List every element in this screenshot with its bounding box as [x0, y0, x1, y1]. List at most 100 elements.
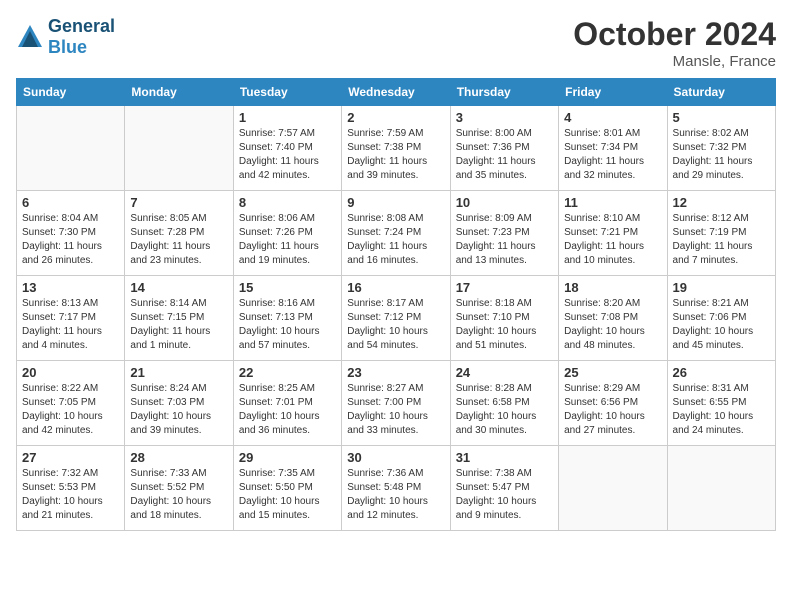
calendar-cell: 18Sunrise: 8:20 AMSunset: 7:08 PMDayligh… [559, 276, 667, 361]
day-info: Sunrise: 8:27 AMSunset: 7:00 PMDaylight:… [347, 382, 444, 438]
day-info: Sunrise: 8:25 AMSunset: 7:01 PMDaylight:… [239, 382, 336, 438]
day-number: 28 [130, 450, 227, 465]
calendar-week-row: 1 Sunrise: 7:57 AMSunset: 7:40 PMDaylight… [17, 106, 776, 191]
day-info: Sunrise: 8:31 AMSunset: 6:55 PMDaylight:… [673, 382, 770, 438]
day-number: 14 [130, 280, 227, 295]
calendar-cell: 23Sunrise: 8:27 AMSunset: 7:00 PMDayligh… [342, 361, 450, 446]
day-header: Monday [125, 79, 233, 106]
day-number: 24 [456, 365, 553, 380]
calendar-week-row: 20Sunrise: 8:22 AMSunset: 7:05 PMDayligh… [17, 361, 776, 446]
calendar-cell: 31 Sunrise: 7:38 AMSunset: 5:47 PMDayligh… [450, 446, 558, 531]
day-number: 11 [564, 195, 661, 210]
day-info: Sunrise: 8:06 AMSunset: 7:26 PMDaylight:… [239, 212, 336, 268]
logo: General Blue [16, 16, 115, 58]
day-info: Sunrise: 8:05 AMSunset: 7:28 PMDaylight:… [130, 212, 227, 268]
day-number: 30 [347, 450, 444, 465]
page-header: General Blue October 2024 Mansle, France [16, 16, 776, 70]
day-info: Sunrise: 8:16 AMSunset: 7:13 PMDaylight:… [239, 297, 336, 353]
day-info: Sunrise: 7:33 AMSunset: 5:52 PMDaylight:… [130, 467, 227, 523]
day-number: 2 [347, 110, 444, 125]
day-info: Sunrise: 8:10 AMSunset: 7:21 PMDaylight:… [564, 212, 661, 268]
day-number: 15 [239, 280, 336, 295]
day-number: 4 [564, 110, 661, 125]
day-number: 6 [22, 195, 119, 210]
day-info: Sunrise: 8:08 AMSunset: 7:24 PMDaylight:… [347, 212, 444, 268]
day-header: Thursday [450, 79, 558, 106]
calendar-cell: 24 Sunrise: 8:28 AMSunset: 6:58 PMDayligh… [450, 361, 558, 446]
calendar-cell: 29Sunrise: 7:35 AMSunset: 5:50 PMDayligh… [233, 446, 341, 531]
calendar-cell [125, 106, 233, 191]
day-number: 16 [347, 280, 444, 295]
calendar-table: SundayMondayTuesdayWednesdayThursdayFrid… [16, 78, 776, 531]
day-info: Sunrise: 7:36 AMSunset: 5:48 PMDaylight:… [347, 467, 444, 523]
calendar-cell: 2 Sunrise: 7:59 AMSunset: 7:38 PMDaylight… [342, 106, 450, 191]
day-header: Sunday [17, 79, 125, 106]
calendar-cell: 30 Sunrise: 7:36 AMSunset: 5:48 PMDayligh… [342, 446, 450, 531]
day-number: 3 [456, 110, 553, 125]
day-info: Sunrise: 8:12 AMSunset: 7:19 PMDaylight:… [673, 212, 770, 268]
day-number: 22 [239, 365, 336, 380]
day-number: 12 [673, 195, 770, 210]
day-number: 19 [673, 280, 770, 295]
day-info: Sunrise: 8:00 AMSunset: 7:36 PMDaylight:… [456, 127, 553, 183]
calendar-cell: 5Sunrise: 8:02 AMSunset: 7:32 PMDaylight… [667, 106, 775, 191]
calendar-cell: 21 Sunrise: 8:24 AMSunset: 7:03 PMDayligh… [125, 361, 233, 446]
calendar-cell [559, 446, 667, 531]
day-number: 7 [130, 195, 227, 210]
month-title: October 2024 [573, 16, 776, 53]
day-info: Sunrise: 8:09 AMSunset: 7:23 PMDaylight:… [456, 212, 553, 268]
day-info: Sunrise: 7:57 AMSunset: 7:40 PMDaylight:… [239, 127, 336, 183]
day-number: 1 [239, 110, 336, 125]
calendar-cell: 8 Sunrise: 8:06 AMSunset: 7:26 PMDaylight… [233, 191, 341, 276]
day-number: 9 [347, 195, 444, 210]
calendar-cell: 10 Sunrise: 8:09 AMSunset: 7:23 PMDayligh… [450, 191, 558, 276]
calendar-cell: 12 Sunrise: 8:12 AMSunset: 7:19 PMDayligh… [667, 191, 775, 276]
location: Mansle, France [573, 53, 776, 70]
logo-general-text: General [48, 16, 115, 36]
calendar-week-row: 6 Sunrise: 8:04 AMSunset: 7:30 PMDaylight… [17, 191, 776, 276]
day-info: Sunrise: 7:32 AMSunset: 5:53 PMDaylight:… [22, 467, 119, 523]
day-info: Sunrise: 8:01 AMSunset: 7:34 PMDaylight:… [564, 127, 661, 183]
calendar-cell: 17Sunrise: 8:18 AMSunset: 7:10 PMDayligh… [450, 276, 558, 361]
day-number: 18 [564, 280, 661, 295]
day-number: 26 [673, 365, 770, 380]
calendar-cell: 1 Sunrise: 7:57 AMSunset: 7:40 PMDaylight… [233, 106, 341, 191]
day-number: 10 [456, 195, 553, 210]
day-number: 17 [456, 280, 553, 295]
day-info: Sunrise: 8:21 AMSunset: 7:06 PMDaylight:… [673, 297, 770, 353]
calendar-cell: 19 Sunrise: 8:21 AMSunset: 7:06 PMDayligh… [667, 276, 775, 361]
calendar-cell: 28 Sunrise: 7:33 AMSunset: 5:52 PMDayligh… [125, 446, 233, 531]
day-number: 20 [22, 365, 119, 380]
calendar-week-row: 27 Sunrise: 7:32 AMSunset: 5:53 PMDayligh… [17, 446, 776, 531]
logo-icon [16, 23, 44, 51]
day-info: Sunrise: 8:04 AMSunset: 7:30 PMDaylight:… [22, 212, 119, 268]
day-number: 8 [239, 195, 336, 210]
day-number: 27 [22, 450, 119, 465]
day-header: Friday [559, 79, 667, 106]
calendar-cell [667, 446, 775, 531]
calendar-cell: 25 Sunrise: 8:29 AMSunset: 6:56 PMDayligh… [559, 361, 667, 446]
calendar-header-row: SundayMondayTuesdayWednesdayThursdayFrid… [17, 79, 776, 106]
day-header: Tuesday [233, 79, 341, 106]
day-info: Sunrise: 7:59 AMSunset: 7:38 PMDaylight:… [347, 127, 444, 183]
calendar-week-row: 13 Sunrise: 8:13 AMSunset: 7:17 PMDayligh… [17, 276, 776, 361]
calendar-cell: 13 Sunrise: 8:13 AMSunset: 7:17 PMDayligh… [17, 276, 125, 361]
calendar-cell: 4 Sunrise: 8:01 AMSunset: 7:34 PMDaylight… [559, 106, 667, 191]
day-number: 25 [564, 365, 661, 380]
calendar-cell: 20Sunrise: 8:22 AMSunset: 7:05 PMDayligh… [17, 361, 125, 446]
day-header: Wednesday [342, 79, 450, 106]
day-info: Sunrise: 8:13 AMSunset: 7:17 PMDaylight:… [22, 297, 119, 353]
day-info: Sunrise: 7:38 AMSunset: 5:47 PMDaylight:… [456, 467, 553, 523]
day-number: 31 [456, 450, 553, 465]
day-number: 21 [130, 365, 227, 380]
day-number: 13 [22, 280, 119, 295]
calendar-cell: 15 Sunrise: 8:16 AMSunset: 7:13 PMDayligh… [233, 276, 341, 361]
day-info: Sunrise: 8:28 AMSunset: 6:58 PMDaylight:… [456, 382, 553, 438]
calendar-cell: 22 Sunrise: 8:25 AMSunset: 7:01 PMDayligh… [233, 361, 341, 446]
calendar-cell: 9 Sunrise: 8:08 AMSunset: 7:24 PMDaylight… [342, 191, 450, 276]
day-info: Sunrise: 7:35 AMSunset: 5:50 PMDaylight:… [239, 467, 336, 523]
day-info: Sunrise: 8:29 AMSunset: 6:56 PMDaylight:… [564, 382, 661, 438]
calendar-cell: 27 Sunrise: 7:32 AMSunset: 5:53 PMDayligh… [17, 446, 125, 531]
day-info: Sunrise: 8:24 AMSunset: 7:03 PMDaylight:… [130, 382, 227, 438]
calendar-cell: 26 Sunrise: 8:31 AMSunset: 6:55 PMDayligh… [667, 361, 775, 446]
